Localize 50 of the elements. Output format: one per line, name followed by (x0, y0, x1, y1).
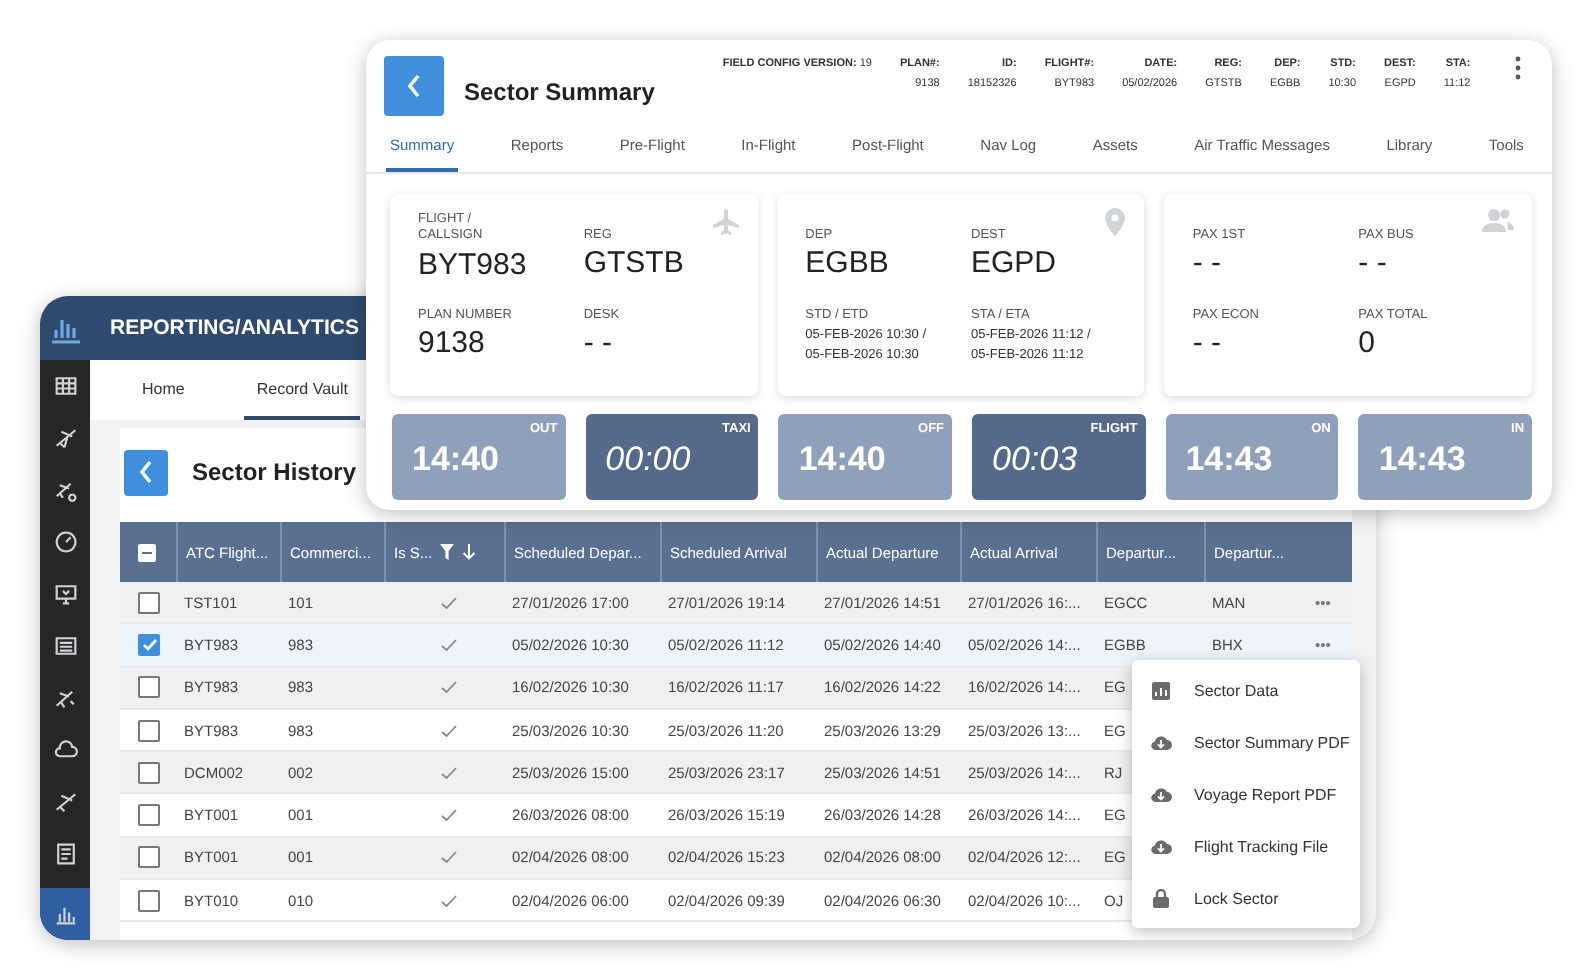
field-value: - - (1192, 246, 1224, 281)
sort-down-icon (462, 544, 477, 560)
field-value: BYT983 (418, 247, 529, 282)
timer-value: 14:40 (412, 440, 499, 480)
checkbox[interactable] (138, 889, 160, 912)
cloud-download-icon (1150, 734, 1172, 750)
window-title: Sector Summary (464, 78, 655, 106)
checkbox[interactable] (138, 591, 160, 614)
dial-icon (51, 528, 79, 556)
page-title: Sector History (192, 458, 357, 486)
checkbox[interactable] (138, 761, 160, 784)
chevron-icon (138, 460, 154, 484)
app-title: REPORTING/ANALYTICS (110, 316, 359, 340)
chevron-icon (406, 74, 422, 98)
sidebar-item[interactable] (40, 888, 90, 940)
checkbox[interactable] (138, 804, 160, 827)
field-value: - - (583, 326, 614, 361)
pin-icon (1104, 208, 1127, 236)
checkbox[interactable] (138, 543, 156, 561)
field-value: GTSTB (583, 246, 686, 281)
field-value: - - (1358, 246, 1389, 281)
lock-icon (1150, 888, 1172, 908)
nav-tab[interactable]: Home (130, 360, 197, 420)
field-value: EGBB (805, 246, 891, 281)
more-icon[interactable] (1514, 56, 1522, 80)
grid-icon (51, 372, 79, 400)
timer-value: 14:43 (1378, 440, 1466, 480)
cloud-download-icon (1150, 838, 1172, 854)
field-value: 9138 (418, 326, 487, 361)
back-button[interactable] (124, 449, 168, 495)
field-value: EGPD (971, 246, 1059, 281)
timer-value: 00:00 (605, 440, 691, 480)
field-value: 0 (1358, 326, 1378, 361)
timer-value: 14:43 (1185, 440, 1273, 480)
clipboard-icon (51, 840, 79, 868)
list-icon (51, 632, 79, 660)
checkbox[interactable] (138, 846, 160, 869)
checkbox[interactable] (138, 633, 160, 656)
people-icon (1482, 208, 1515, 232)
timer-value: 00:03 (992, 440, 1078, 480)
cloud-download-icon (1150, 786, 1172, 802)
timer-value: 14:40 (798, 440, 886, 480)
checkbox[interactable] (138, 719, 160, 742)
monitor-icon (51, 580, 79, 608)
nav-tab[interactable]: Record Vault (244, 360, 360, 420)
chart-icon (1150, 681, 1172, 699)
back-button[interactable] (384, 56, 444, 116)
filter-icon (440, 544, 455, 560)
field-value: - - (1192, 326, 1224, 361)
checkbox[interactable] (138, 676, 160, 699)
